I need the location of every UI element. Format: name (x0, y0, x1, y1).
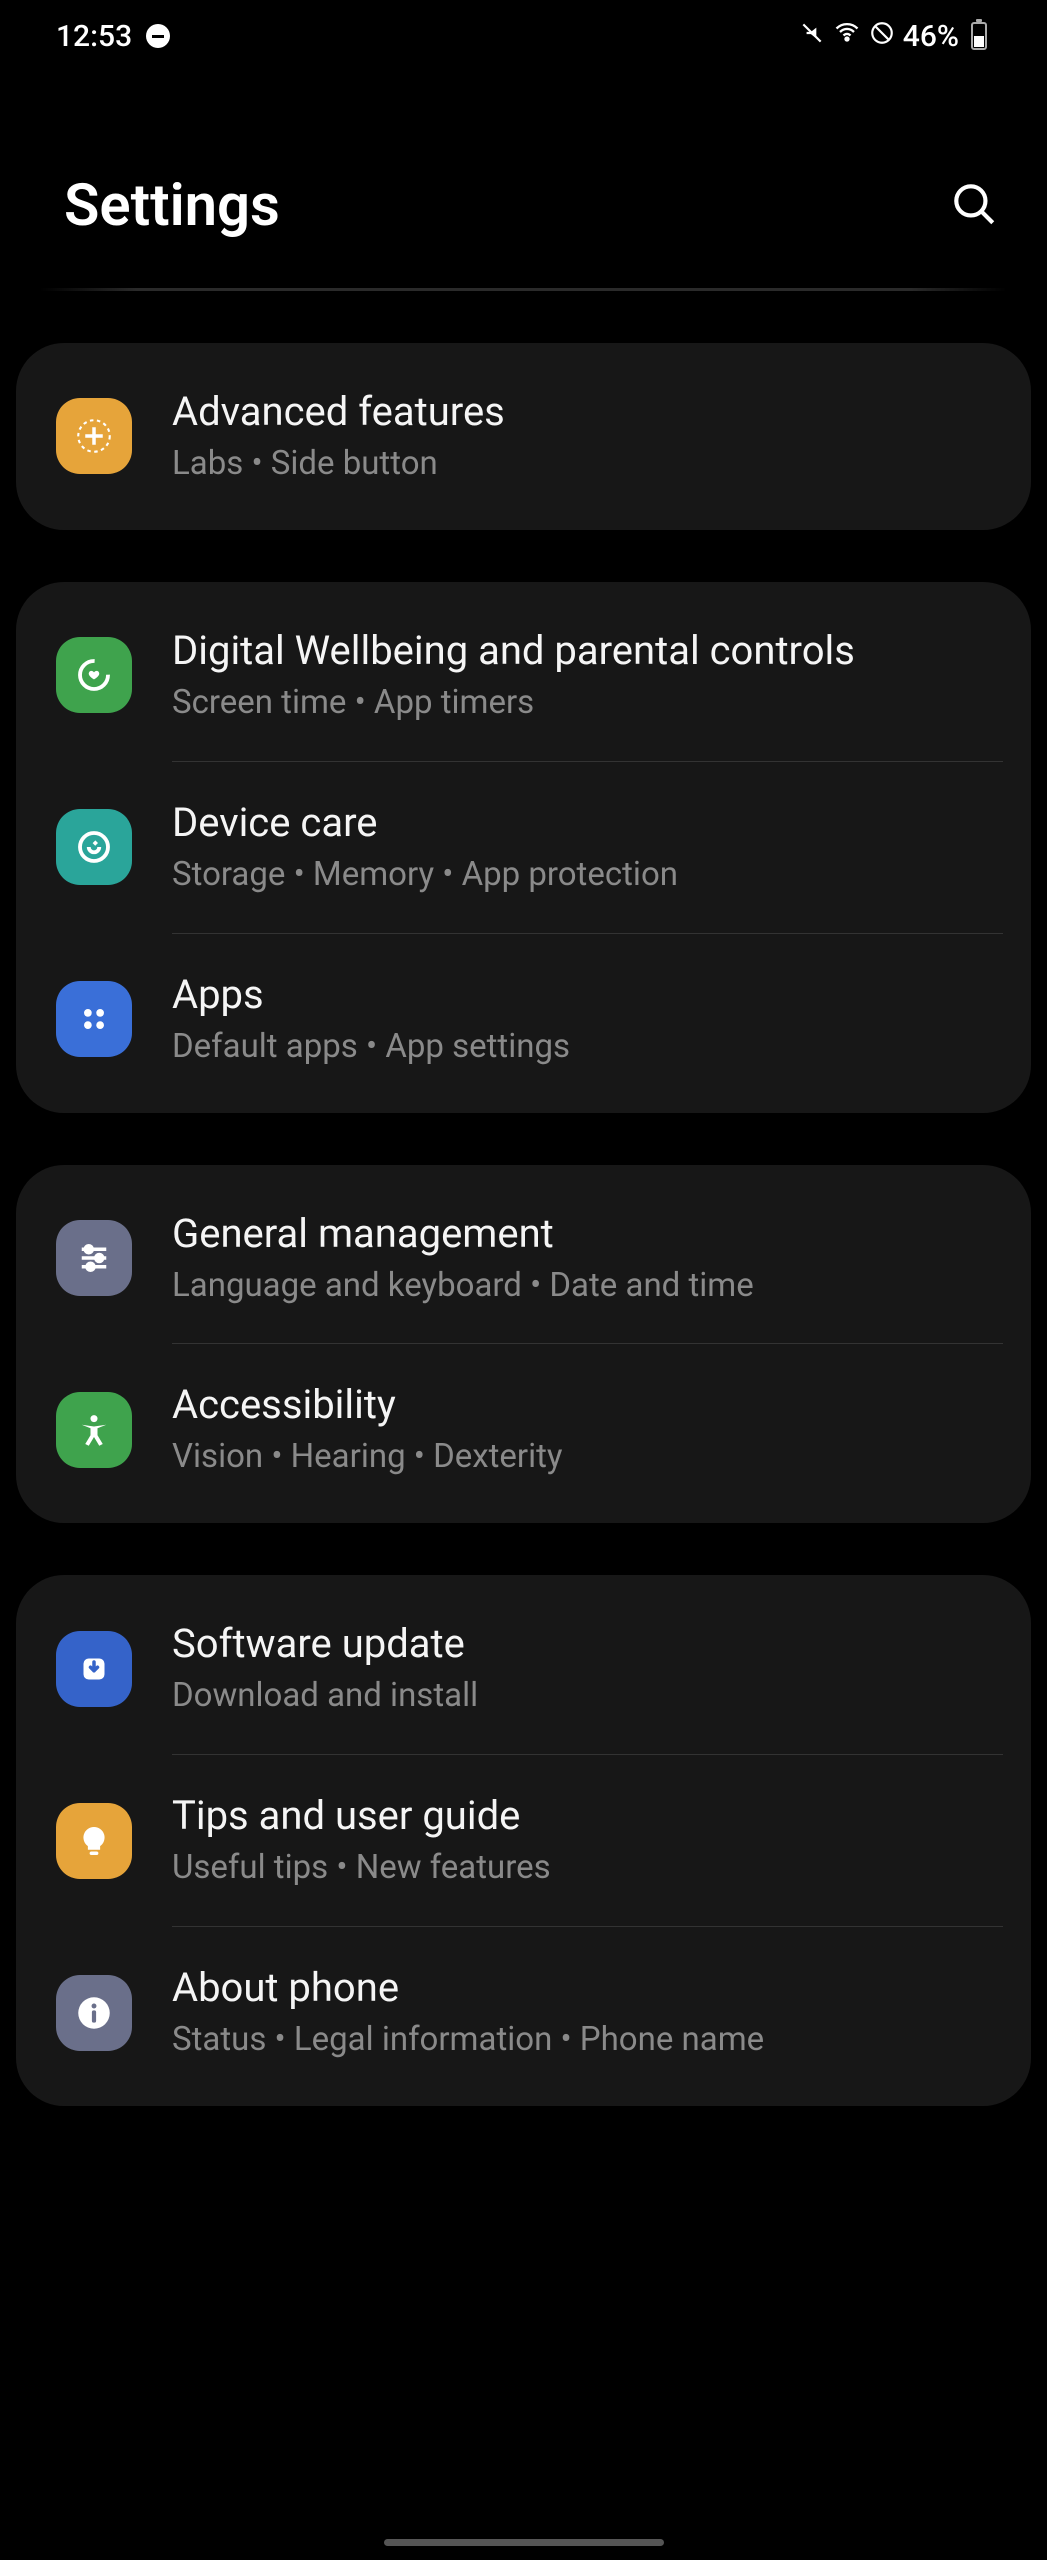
nav-handle[interactable] (384, 2539, 664, 2546)
software-update-icon (56, 1631, 132, 1707)
item-title: Software update (172, 1619, 1003, 1669)
search-button[interactable] (949, 179, 999, 233)
tips-icon (56, 1803, 132, 1879)
item-title: Device care (172, 798, 1003, 848)
status-bar: 12:53 46% (0, 0, 1047, 72)
item-text: Digital Wellbeing and parental controls … (172, 626, 1003, 725)
item-device-care[interactable]: Device care Storage • Memory • App prote… (16, 762, 1031, 933)
page-title: Settings (64, 172, 280, 240)
item-title: Advanced features (172, 387, 1003, 437)
item-text: Software update Download and install (172, 1619, 1003, 1718)
item-text: Device care Storage • Memory • App prote… (172, 798, 1003, 897)
digital-wellbeing-icon (56, 637, 132, 713)
apps-icon (56, 981, 132, 1057)
status-right: 46% (799, 18, 987, 54)
item-software-update[interactable]: Software update Download and install (16, 1583, 1031, 1754)
settings-group: Software update Download and install Tip… (16, 1575, 1031, 2106)
settings-group: General management Language and keyboard… (16, 1165, 1031, 1524)
item-title: Accessibility (172, 1380, 1003, 1430)
settings-group: Advanced features Labs • Side button (16, 343, 1031, 530)
battery-percent: 46% (903, 19, 959, 54)
item-title: Digital Wellbeing and parental controls (172, 626, 1003, 676)
item-text: General management Language and keyboard… (172, 1209, 1003, 1308)
item-title: Apps (172, 970, 1003, 1020)
item-sub: Labs • Side button (172, 443, 1003, 486)
item-text: Tips and user guide Useful tips • New fe… (172, 1791, 1003, 1890)
header-divider (40, 288, 1007, 291)
item-general-management[interactable]: General management Language and keyboard… (16, 1173, 1031, 1344)
battery-icon (971, 22, 987, 50)
no-signal-icon (869, 19, 895, 54)
item-advanced-features[interactable]: Advanced features Labs • Side button (16, 351, 1031, 522)
item-sub: Vision • Hearing • Dexterity (172, 1436, 1003, 1479)
device-care-icon (56, 809, 132, 885)
advanced-features-icon (56, 398, 132, 474)
accessibility-icon (56, 1392, 132, 1468)
item-text: Accessibility Vision • Hearing • Dexteri… (172, 1380, 1003, 1479)
item-tips[interactable]: Tips and user guide Useful tips • New fe… (16, 1755, 1031, 1926)
header: Settings (0, 72, 1047, 288)
item-title: Tips and user guide (172, 1791, 1003, 1841)
mute-icon (799, 19, 825, 54)
settings-group: Digital Wellbeing and parental controls … (16, 582, 1031, 1113)
search-icon (949, 179, 999, 229)
status-left: 12:53 (56, 19, 170, 54)
item-title: General management (172, 1209, 1003, 1259)
general-management-icon (56, 1220, 132, 1296)
wifi-icon (833, 18, 861, 54)
item-sub: Download and install (172, 1675, 1003, 1718)
item-sub: Language and keyboard • Date and time (172, 1265, 1003, 1308)
item-sub: Status • Legal information • Phone name (172, 2019, 1003, 2062)
about-phone-icon (56, 1975, 132, 2051)
item-sub: Screen time • App timers (172, 682, 1003, 725)
item-sub: Storage • Memory • App protection (172, 854, 1003, 897)
item-digital-wellbeing[interactable]: Digital Wellbeing and parental controls … (16, 590, 1031, 761)
item-title: About phone (172, 1963, 1003, 2013)
item-apps[interactable]: Apps Default apps • App settings (16, 934, 1031, 1105)
item-text: About phone Status • Legal information •… (172, 1963, 1003, 2062)
item-about-phone[interactable]: About phone Status • Legal information •… (16, 1927, 1031, 2098)
item-accessibility[interactable]: Accessibility Vision • Hearing • Dexteri… (16, 1344, 1031, 1515)
item-sub: Useful tips • New features (172, 1847, 1003, 1890)
status-time: 12:53 (56, 19, 132, 54)
dnd-icon (146, 24, 170, 48)
item-text: Advanced features Labs • Side button (172, 387, 1003, 486)
item-text: Apps Default apps • App settings (172, 970, 1003, 1069)
item-sub: Default apps • App settings (172, 1026, 1003, 1069)
